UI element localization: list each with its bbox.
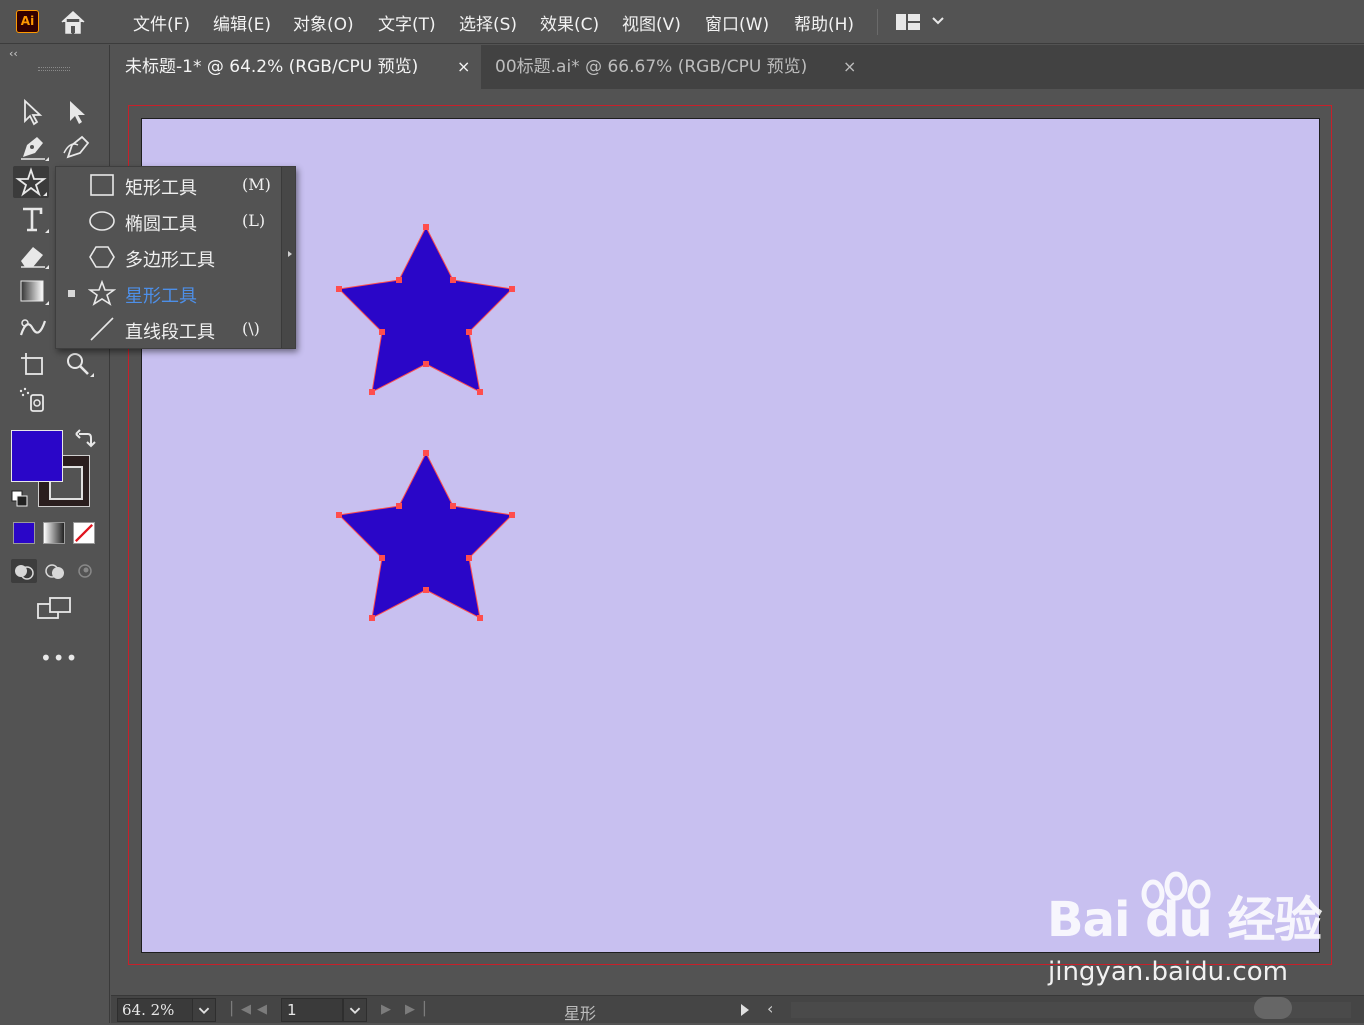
gradient-tool-icon[interactable] <box>15 275 51 307</box>
menu-object[interactable]: 对象(O) <box>293 10 354 35</box>
document-tab-bar: 未标题-1* @ 64.2% (RGB/CPU 预览) × 00标题.ai* @… <box>111 45 1364 89</box>
star-icon <box>87 279 117 306</box>
polygon-icon <box>88 244 116 270</box>
star-tool-icon[interactable] <box>13 166 49 198</box>
zoom-tool-icon[interactable] <box>60 347 96 379</box>
tab-label: 未标题-1* @ 64.2% (RGB/CPU 预览) <box>125 57 419 77</box>
gradient-mode-button[interactable] <box>43 522 65 544</box>
artboard-dropdown-chevron-icon[interactable] <box>343 998 367 1022</box>
status-menu-arrow-icon[interactable] <box>741 1004 749 1016</box>
type-tool-icon[interactable] <box>15 203 51 235</box>
color-mode-button[interactable] <box>13 522 35 544</box>
symbol-sprayer-tool-icon[interactable] <box>15 383 51 415</box>
current-tool-indicator <box>68 290 75 297</box>
watermark-logo-text: Bai du 经验 <box>1047 892 1322 948</box>
watermark-url: jingyan.baidu.com <box>1048 957 1288 987</box>
next-artboard-icon[interactable]: ▶ <box>381 1002 391 1017</box>
more-tools-icon[interactable]: ••• <box>40 646 78 670</box>
collapse-panel-icon[interactable]: ‹‹ <box>9 47 18 60</box>
zoom-level-field[interactable]: 64. 2% <box>117 998 197 1022</box>
scrollbar-thumb[interactable] <box>1254 997 1292 1019</box>
previous-artboard-icon[interactable]: ◀ <box>257 1002 267 1017</box>
flyout-item-label: 直线段工具 <box>125 322 215 343</box>
status-text: 星形 <box>564 1004 597 1023</box>
app-logo[interactable]: Ai <box>16 10 39 33</box>
fill-color-swatch-front[interactable] <box>11 430 63 482</box>
draw-behind-icon[interactable] <box>42 559 68 583</box>
scroll-left-icon[interactable]: ‹ <box>767 999 773 1018</box>
shape-tools-flyout: 矩形工具 (M) 椭圆工具 (L) 多边形工具 星形工具 直线段工具 (\) <box>55 166 296 349</box>
flyout-item-rectangle[interactable]: 矩形工具 (M) <box>56 167 282 203</box>
flyout-item-star[interactable]: 星形工具 <box>56 275 282 311</box>
menu-help[interactable]: 帮助(H) <box>794 10 854 35</box>
flyout-item-shortcut: (M) <box>242 175 271 194</box>
flyout-item-label: 椭圆工具 <box>125 214 197 235</box>
flyout-item-polygon[interactable]: 多边形工具 <box>56 239 282 275</box>
menu-select[interactable]: 选择(S) <box>459 10 517 35</box>
chevron-down-icon[interactable] <box>931 12 945 30</box>
last-artboard-icon[interactable]: ▶▕ <box>405 1002 425 1017</box>
artboard-number-field[interactable]: 1 <box>281 998 343 1022</box>
draw-normal-icon[interactable] <box>11 559 37 583</box>
default-fill-stroke-icon[interactable] <box>11 490 29 508</box>
panel-grip[interactable] <box>38 67 70 71</box>
workspace-switcher-icon[interactable] <box>895 12 921 32</box>
baidu-jingyan-watermark: Bai du 经验 jingyan.baidu.com <box>1045 870 1345 1000</box>
direct-selection-tool-icon[interactable] <box>60 95 96 127</box>
curvature-tool-icon[interactable] <box>60 131 96 163</box>
screen-mode-icon[interactable] <box>36 596 74 622</box>
line-segment-icon <box>88 316 116 342</box>
flyout-item-shortcut: (L) <box>242 211 266 230</box>
none-mode-button[interactable] <box>73 522 95 544</box>
swap-fill-stroke-icon[interactable] <box>74 428 96 450</box>
menu-effect[interactable]: 效果(C) <box>540 10 599 35</box>
menu-window[interactable]: 窗口(W) <box>705 10 769 35</box>
rectangle-icon <box>88 172 116 198</box>
tab-label: 00标题.ai* @ 66.67% (RGB/CPU 预览) <box>495 57 808 77</box>
flyout-item-label: 星形工具 <box>125 286 197 307</box>
tab-untitled-1[interactable]: 未标题-1* @ 64.2% (RGB/CPU 预览) × <box>111 45 481 89</box>
puppet-warp-tool-icon[interactable] <box>15 311 51 343</box>
first-artboard-icon[interactable]: ▏◀ <box>231 1002 251 1017</box>
menu-type[interactable]: 文字(T) <box>378 10 436 35</box>
ellipse-icon <box>88 208 116 234</box>
menu-view[interactable]: 视图(V) <box>622 10 681 35</box>
flyout-tearoff-strip[interactable] <box>281 167 295 348</box>
menu-divider <box>877 9 878 35</box>
artboard[interactable] <box>141 118 1320 953</box>
tab-00-title[interactable]: 00标题.ai* @ 66.67% (RGB/CPU 预览) × <box>481 45 867 89</box>
flyout-item-shortcut: (\) <box>242 319 260 338</box>
flyout-item-ellipse[interactable]: 椭圆工具 (L) <box>56 203 282 239</box>
close-icon[interactable]: × <box>843 45 856 89</box>
home-icon[interactable] <box>58 8 88 36</box>
menu-file[interactable]: 文件(F) <box>133 10 190 35</box>
pen-tool-icon[interactable] <box>15 131 51 163</box>
zoom-dropdown-chevron-icon[interactable] <box>192 998 216 1022</box>
flyout-item-label: 矩形工具 <box>125 178 197 199</box>
selection-tool-icon[interactable] <box>15 95 51 127</box>
menu-edit[interactable]: 编辑(E) <box>213 10 271 35</box>
menu-bar: Ai 文件(F) 编辑(E) 对象(O) 文字(T) 选择(S) 效果(C) 视… <box>0 0 1364 44</box>
flyout-item-line-segment[interactable]: 直线段工具 (\) <box>56 311 282 347</box>
eraser-tool-icon[interactable] <box>15 239 51 271</box>
artboard-tool-icon[interactable] <box>15 347 51 379</box>
close-icon[interactable]: × <box>457 45 470 89</box>
draw-inside-icon[interactable] <box>72 559 98 583</box>
flyout-item-label: 多边形工具 <box>125 250 215 271</box>
